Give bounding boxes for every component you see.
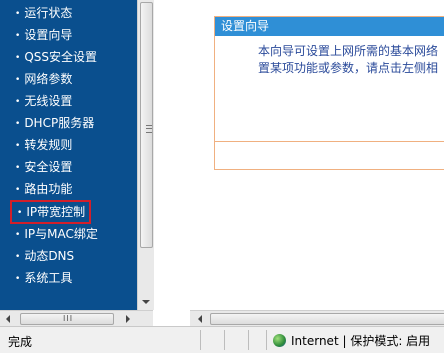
- status-divider: [248, 330, 249, 350]
- nav-item-security[interactable]: • 安全设置: [15, 157, 72, 177]
- nav-item-label: 网络参数: [24, 72, 73, 86]
- status-divider: [224, 330, 225, 350]
- panel-divider: [215, 141, 444, 142]
- nav-item-label: 运行状态: [24, 6, 73, 20]
- grip-icon: III: [63, 314, 74, 323]
- bullet-icon: •: [15, 31, 21, 41]
- bullet-icon: •: [15, 274, 21, 284]
- nav-item-wireless[interactable]: • 无线设置: [15, 91, 72, 111]
- nav-item-label: 无线设置: [24, 94, 73, 108]
- panel-body: 本向导可设置上网所需的基本网络 置某项功能或参数，请点击左侧相: [215, 36, 444, 77]
- bullet-icon: •: [15, 97, 21, 107]
- nav-item-ddns[interactable]: • 动态DNS: [15, 246, 74, 266]
- nav-item-label: IP带宽控制: [26, 205, 86, 219]
- nav-item-ip-bandwidth[interactable]: • IP带宽控制: [10, 200, 92, 224]
- sidebar-nav: • 运行状态 • 设置向导 • QSS安全设置 • 网络参数 • 无线设置 • DHCP服务…: [0, 0, 137, 310]
- bullet-icon: •: [15, 75, 21, 85]
- bullet-icon: •: [15, 119, 21, 129]
- status-divider: [200, 330, 201, 350]
- bullet-icon: •: [17, 208, 23, 218]
- nav-item-label: DHCP服务器: [24, 116, 95, 130]
- security-zone[interactable]: Internet | 保护模式: 启用: [273, 332, 430, 349]
- bullet-icon: •: [15, 163, 21, 173]
- setup-wizard-panel: 设置向导 本向导可设置上网所需的基本网络 置某项功能或参数，请点击左侧相: [214, 16, 444, 170]
- nav-item-qss[interactable]: • QSS安全设置: [15, 47, 97, 67]
- bullet-icon: •: [15, 141, 21, 151]
- bullet-icon: •: [15, 9, 21, 19]
- nav-vertical-scrollbar[interactable]: [137, 0, 154, 310]
- nav-item-run-status[interactable]: • 运行状态: [15, 3, 72, 23]
- nav-item-label: 路由功能: [24, 182, 73, 196]
- nav-item-dhcp[interactable]: • DHCP服务器: [15, 113, 94, 133]
- nav-item-system-tools[interactable]: • 系统工具: [15, 268, 72, 288]
- nav-item-ip-mac-binding[interactable]: • IP与MAC绑定: [15, 224, 98, 244]
- bullet-icon: •: [15, 252, 21, 262]
- nav-item-label: IP与MAC绑定: [24, 227, 98, 241]
- zone-label: Internet | 保护模式: 启用: [291, 334, 431, 348]
- nav-item-label: 系统工具: [24, 271, 73, 285]
- nav-item-label: 动态DNS: [24, 249, 75, 263]
- nav-item-label: 设置向导: [24, 28, 73, 42]
- bullet-icon: •: [15, 230, 21, 240]
- bullet-icon: •: [15, 53, 21, 63]
- scroll-down-arrow-icon[interactable]: [142, 300, 150, 304]
- nav-scroll-thumb[interactable]: [140, 2, 153, 248]
- panel-text-line: 置某项功能或参数，请点击左侧相: [258, 61, 439, 75]
- nav-item-label: QSS安全设置: [24, 50, 97, 64]
- status-bar: 完成 Internet | 保护模式: 启用: [0, 326, 444, 353]
- content-horizontal-scrollbar[interactable]: [190, 310, 444, 326]
- status-text: 完成: [8, 335, 33, 349]
- scroll-left-arrow-icon[interactable]: [6, 315, 10, 323]
- status-divider: [266, 330, 267, 350]
- content-frame: 设置向导 本向导可设置上网所需的基本网络 置某项功能或参数，请点击左侧相: [154, 0, 444, 310]
- nav-item-routing[interactable]: • 路由功能: [15, 179, 72, 199]
- scroll-gap: [153, 310, 190, 325]
- bullet-icon: •: [15, 185, 21, 195]
- panel-title: 设置向导: [215, 17, 444, 36]
- nav-item-forwarding[interactable]: • 转发规则: [15, 135, 72, 155]
- grip-icon: [146, 125, 152, 133]
- nav-item-setup-wizard[interactable]: • 设置向导: [15, 25, 72, 45]
- scroll-left-arrow-icon[interactable]: [198, 315, 202, 323]
- scroll-right-arrow-icon[interactable]: [126, 315, 130, 323]
- panel-text-line: 本向导可设置上网所需的基本网络: [258, 44, 439, 58]
- globe-icon: [273, 334, 286, 347]
- nav-hscroll-thumb[interactable]: III: [20, 313, 114, 325]
- nav-item-network[interactable]: • 网络参数: [15, 69, 72, 89]
- nav-horizontal-scrollbar[interactable]: III: [0, 310, 153, 326]
- content-hscroll-thumb[interactable]: [210, 313, 444, 325]
- nav-item-label: 转发规则: [24, 138, 73, 152]
- nav-item-label: 安全设置: [24, 160, 73, 174]
